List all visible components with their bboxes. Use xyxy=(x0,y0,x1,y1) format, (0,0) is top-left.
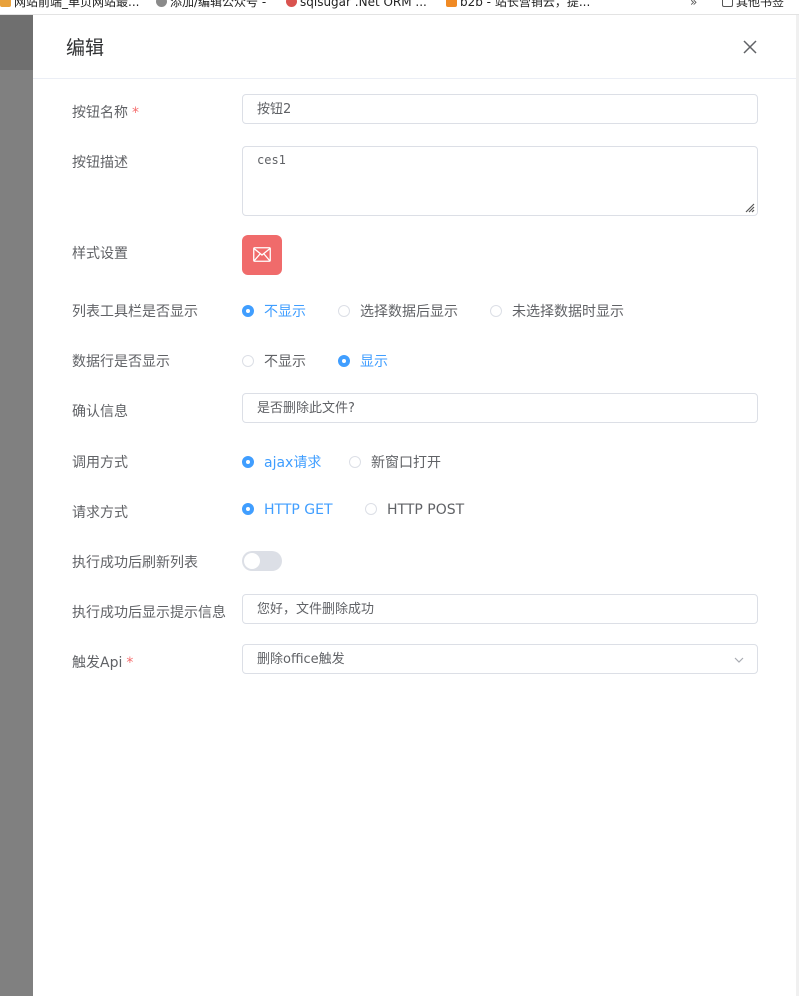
row-display-label: 数据行是否显示 xyxy=(72,354,170,370)
style-picker-button[interactable] xyxy=(242,235,282,275)
drawer-title: 编辑 xyxy=(66,37,105,59)
button-name-label: 按钮名称 * xyxy=(72,105,139,121)
radio-call-new-window[interactable]: 新窗口打开 xyxy=(349,452,441,472)
confirm-label: 确认信息 xyxy=(72,404,128,420)
style-label: 样式设置 xyxy=(72,246,128,262)
bookmark-item[interactable]: b2b - 站长营销云，提... xyxy=(446,0,590,9)
radio-row-shown[interactable]: 显示 xyxy=(338,351,388,371)
button-desc-label: 按钮描述 xyxy=(72,155,128,171)
success-msg-label: 执行成功后显示提示信息 xyxy=(72,605,226,621)
radio-dot xyxy=(242,305,254,317)
required-mark: * xyxy=(132,105,139,121)
trigger-api-value: 删除office触发 xyxy=(257,652,345,667)
refresh-after-switch[interactable] xyxy=(242,551,282,571)
radio-dot xyxy=(242,503,254,515)
button-name-input[interactable]: 按钮2 xyxy=(242,94,758,124)
button-desc-textarea[interactable]: ces1 xyxy=(242,146,758,216)
radio-dot xyxy=(242,355,254,367)
radio-call-ajax[interactable]: ajax请求 xyxy=(242,452,321,472)
required-mark: * xyxy=(126,655,134,671)
radio-dot xyxy=(490,305,502,317)
close-icon xyxy=(743,40,757,54)
bookmark-icon xyxy=(446,0,457,7)
radio-row-hidden[interactable]: 不显示 xyxy=(242,351,306,371)
radio-toolbar-after-select[interactable]: 选择数据后显示 xyxy=(338,301,458,321)
magnifier-icon xyxy=(286,0,297,7)
bookmark-icon xyxy=(0,0,11,7)
radio-http-post[interactable]: HTTP POST xyxy=(365,502,464,518)
radio-dot xyxy=(349,456,361,468)
bookmark-item[interactable]: 网站前端_单页网站最... xyxy=(0,0,139,9)
mail-icon xyxy=(253,247,271,262)
refresh-after-label: 执行成功后刷新列表 xyxy=(72,555,198,571)
modal-overlay[interactable] xyxy=(0,15,33,996)
more-bookmarks-chevron-icon[interactable]: » xyxy=(690,0,697,9)
chevron-down-icon xyxy=(734,657,744,663)
bookmarks-bar: 网站前端_单页网站最... 添加/编辑公众号 - sqlsugar .Net O… xyxy=(0,0,799,15)
trigger-api-select[interactable]: 删除office触发 xyxy=(242,644,758,674)
folder-icon xyxy=(722,0,733,7)
radio-toolbar-when-unselected[interactable]: 未选择数据时显示 xyxy=(490,301,624,321)
other-bookmarks[interactable]: 其他书签 xyxy=(722,0,784,9)
radio-dot xyxy=(338,355,350,367)
toolbar-display-label: 列表工具栏是否显示 xyxy=(72,304,198,320)
radio-http-get[interactable]: HTTP GET xyxy=(242,502,333,518)
bookmark-item[interactable]: sqlsugar .Net ORM ... xyxy=(286,0,427,9)
close-button[interactable] xyxy=(739,36,761,58)
success-msg-input[interactable]: 您好，文件删除成功 xyxy=(242,594,758,624)
bookmark-item[interactable]: 添加/编辑公众号 - xyxy=(156,0,266,9)
trigger-api-label: 触发Api * xyxy=(72,655,134,671)
globe-icon xyxy=(156,0,167,7)
overlay-header-band xyxy=(0,15,33,70)
confirm-input[interactable]: 是否删除此文件? xyxy=(242,393,758,423)
radio-dot xyxy=(242,456,254,468)
switch-knob xyxy=(244,553,260,569)
call-method-label: 调用方式 xyxy=(72,455,128,471)
request-method-label: 请求方式 xyxy=(72,505,128,521)
resize-grip-icon[interactable] xyxy=(743,201,755,213)
button-desc-value: ces1 xyxy=(257,153,286,167)
radio-dot xyxy=(338,305,350,317)
radio-toolbar-hidden[interactable]: 不显示 xyxy=(242,301,306,321)
drawer-header: 编辑 xyxy=(33,15,799,79)
edit-drawer: 编辑 按钮名称 * 按钮2 按钮描述 ces1 样式设置 列表工具栏是否显示 不… xyxy=(33,15,799,996)
radio-dot xyxy=(365,503,377,515)
